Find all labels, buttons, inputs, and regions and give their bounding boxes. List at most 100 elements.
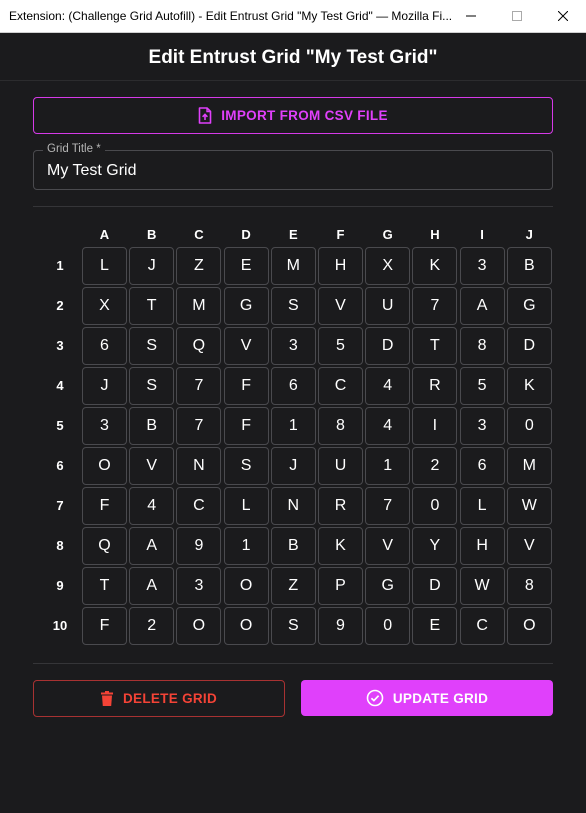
grid-cell[interactable]: 0 bbox=[506, 407, 552, 445]
grid-cell[interactable]: 7 bbox=[365, 487, 411, 525]
grid-cell[interactable]: 3 bbox=[270, 327, 316, 365]
grid-cell[interactable]: V bbox=[318, 287, 363, 325]
grid-cell[interactable]: J bbox=[129, 247, 175, 285]
grid-cell[interactable]: C bbox=[318, 367, 363, 405]
grid-cell[interactable]: 7 bbox=[412, 287, 458, 325]
maximize-button[interactable] bbox=[494, 0, 540, 32]
grid-cell[interactable]: F bbox=[82, 487, 127, 525]
grid-cell[interactable]: 7 bbox=[176, 407, 222, 445]
grid-cell[interactable]: 0 bbox=[412, 487, 458, 525]
grid-cell[interactable]: 5 bbox=[459, 367, 505, 405]
grid-cell[interactable]: V bbox=[506, 527, 552, 565]
grid-cell[interactable]: G bbox=[365, 567, 411, 605]
grid-cell[interactable]: 0 bbox=[365, 607, 411, 645]
grid-cell[interactable]: B bbox=[129, 407, 175, 445]
grid-title-input[interactable]: My Test Grid bbox=[47, 162, 137, 180]
grid-cell[interactable]: I bbox=[412, 407, 458, 445]
grid-cell[interactable]: C bbox=[176, 487, 222, 525]
grid-cell[interactable]: T bbox=[82, 567, 127, 605]
grid-cell[interactable]: G bbox=[223, 287, 269, 325]
grid-cell[interactable]: Z bbox=[270, 567, 316, 605]
minimize-button[interactable] bbox=[448, 0, 494, 32]
grid-cell[interactable]: W bbox=[506, 487, 552, 525]
grid-cell[interactable]: V bbox=[129, 447, 175, 485]
grid-cell[interactable]: S bbox=[270, 287, 316, 325]
grid-cell[interactable]: C bbox=[459, 607, 505, 645]
grid-cell[interactable]: 8 bbox=[318, 407, 363, 445]
grid-cell[interactable]: D bbox=[365, 327, 411, 365]
grid-cell[interactable]: 4 bbox=[129, 487, 175, 525]
grid-cell[interactable]: U bbox=[318, 447, 363, 485]
grid-cell[interactable]: Z bbox=[176, 247, 222, 285]
grid-cell[interactable]: 2 bbox=[129, 607, 175, 645]
grid-cell[interactable]: E bbox=[223, 247, 269, 285]
grid-cell[interactable]: K bbox=[318, 527, 363, 565]
grid-title-field[interactable]: Grid Title * My Test Grid bbox=[33, 143, 553, 190]
grid-cell[interactable]: S bbox=[270, 607, 316, 645]
grid-cell[interactable]: M bbox=[270, 247, 316, 285]
grid-cell[interactable]: R bbox=[318, 487, 363, 525]
grid-cell[interactable]: 3 bbox=[459, 247, 505, 285]
grid-cell[interactable]: L bbox=[223, 487, 269, 525]
grid-cell[interactable]: K bbox=[412, 247, 458, 285]
grid-cell[interactable]: 6 bbox=[459, 447, 505, 485]
grid-cell[interactable]: 7 bbox=[176, 367, 222, 405]
delete-grid-button[interactable]: DELETE GRID bbox=[33, 680, 285, 717]
grid-cell[interactable]: D bbox=[506, 327, 552, 365]
grid-cell[interactable]: 8 bbox=[459, 327, 505, 365]
grid-cell[interactable]: 3 bbox=[459, 407, 505, 445]
grid-cell[interactable]: B bbox=[506, 247, 552, 285]
grid-cell[interactable]: G bbox=[506, 287, 552, 325]
grid-cell[interactable]: 3 bbox=[176, 567, 222, 605]
update-grid-button[interactable]: UPDATE GRID bbox=[301, 680, 553, 716]
grid-cell[interactable]: L bbox=[459, 487, 505, 525]
grid-cell[interactable]: F bbox=[223, 407, 269, 445]
grid-cell[interactable]: W bbox=[459, 567, 505, 605]
grid-cell[interactable]: A bbox=[459, 287, 505, 325]
grid-cell[interactable]: T bbox=[129, 287, 175, 325]
grid-cell[interactable]: M bbox=[176, 287, 222, 325]
grid-cell[interactable]: 4 bbox=[365, 407, 411, 445]
grid-cell[interactable]: 2 bbox=[412, 447, 458, 485]
grid-cell[interactable]: N bbox=[270, 487, 316, 525]
grid-cell[interactable]: 6 bbox=[270, 367, 316, 405]
grid-cell[interactable]: Y bbox=[412, 527, 458, 565]
import-csv-button[interactable]: IMPORT FROM CSV FILE bbox=[33, 97, 553, 134]
grid-cell[interactable]: 3 bbox=[82, 407, 127, 445]
close-button[interactable] bbox=[540, 0, 586, 32]
grid-cell[interactable]: H bbox=[459, 527, 505, 565]
grid-cell[interactable]: 9 bbox=[176, 527, 222, 565]
grid-cell[interactable]: 9 bbox=[318, 607, 363, 645]
grid-cell[interactable]: U bbox=[365, 287, 411, 325]
grid-cell[interactable]: E bbox=[412, 607, 458, 645]
grid-cell[interactable]: K bbox=[506, 367, 552, 405]
grid-cell[interactable]: J bbox=[270, 447, 316, 485]
grid-cell[interactable]: 1 bbox=[223, 527, 269, 565]
grid-cell[interactable]: 6 bbox=[82, 327, 127, 365]
grid-cell[interactable]: S bbox=[129, 367, 175, 405]
grid-cell[interactable]: S bbox=[223, 447, 269, 485]
grid-cell[interactable]: A bbox=[129, 567, 175, 605]
grid-cell[interactable]: H bbox=[318, 247, 363, 285]
grid-cell[interactable]: 1 bbox=[365, 447, 411, 485]
grid-cell[interactable]: F bbox=[82, 607, 127, 645]
grid-cell[interactable]: B bbox=[270, 527, 316, 565]
grid-cell[interactable]: X bbox=[82, 287, 127, 325]
grid-cell[interactable]: O bbox=[82, 447, 127, 485]
grid-cell[interactable]: T bbox=[412, 327, 458, 365]
grid-cell[interactable]: R bbox=[412, 367, 458, 405]
grid-cell[interactable]: D bbox=[412, 567, 458, 605]
grid-cell[interactable]: V bbox=[365, 527, 411, 565]
grid-cell[interactable]: Q bbox=[82, 527, 127, 565]
grid-cell[interactable]: O bbox=[223, 567, 269, 605]
grid-cell[interactable]: A bbox=[129, 527, 175, 565]
grid-cell[interactable]: F bbox=[223, 367, 269, 405]
grid-cell[interactable]: L bbox=[82, 247, 127, 285]
grid-cell[interactable]: N bbox=[176, 447, 222, 485]
grid-cell[interactable]: O bbox=[176, 607, 222, 645]
grid-cell[interactable]: V bbox=[223, 327, 269, 365]
grid-cell[interactable]: O bbox=[223, 607, 269, 645]
grid-cell[interactable]: 1 bbox=[270, 407, 316, 445]
grid-cell[interactable]: M bbox=[506, 447, 552, 485]
grid-cell[interactable]: J bbox=[82, 367, 127, 405]
